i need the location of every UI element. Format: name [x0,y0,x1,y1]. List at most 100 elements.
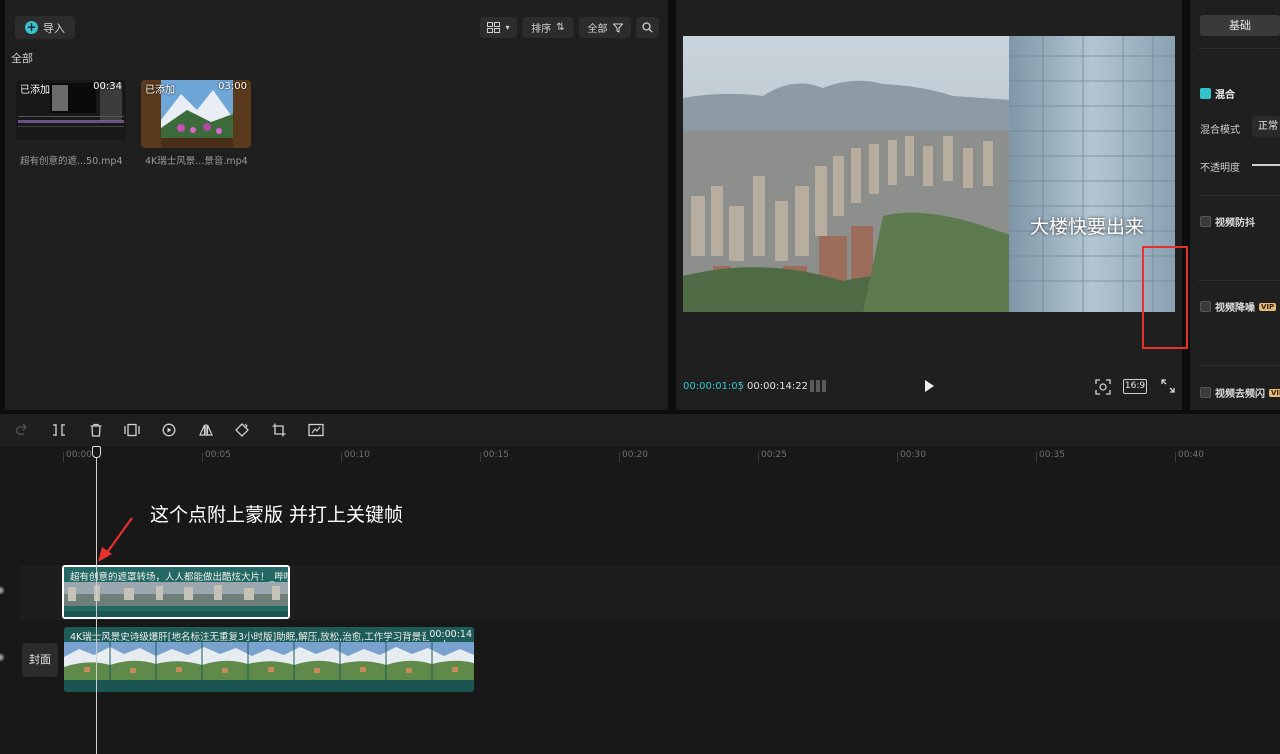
fullscreen-icon [1161,379,1175,393]
redo-icon [15,423,27,435]
filter-icon [612,23,623,33]
total-time: 00:00:14:22 [747,381,809,392]
checkbox-icon [1200,387,1211,398]
search-button[interactable] [636,17,659,38]
opacity-label: 不透明度 [1200,163,1240,174]
stabilize-label: 视频防抖 [1215,218,1255,229]
vip-badge: VIP [1269,388,1280,397]
crop-button[interactable] [271,422,287,438]
crop-icon [272,423,286,437]
stabilize-toggle[interactable]: 视频防抖 [1200,214,1255,229]
ruler-tick [1175,452,1176,462]
ruler-label: 00:00 [66,450,92,460]
ruler-tick [1036,452,1037,462]
rotate-button[interactable] [234,422,250,438]
ruler-label: 00:35 [1039,450,1065,460]
clip-title: 4K瑞士风景史诗级爆肝[地名标注无重复3小时版]助眠,解压,放松,治愈,工作学习… [70,629,455,643]
ruler-tick [619,452,620,462]
video-caption: 大楼快要出来 [1030,216,1145,238]
track-audio-icon[interactable]: ◉ [0,652,5,663]
fullscreen-button[interactable] [1161,379,1175,396]
reverse-icon [162,423,176,437]
divider [1198,195,1280,196]
split-button[interactable] [51,422,67,438]
playhead[interactable] [96,452,97,754]
sort-icon: ⇅ [556,22,565,33]
media-item[interactable]: 已添加 03:00 [141,80,251,148]
duration-label: 03:00 [218,81,247,92]
mirror-icon [199,424,213,436]
duration-label: 00:34 [93,81,122,92]
divider [1198,280,1280,281]
blend-toggle[interactable]: 混合 [1200,86,1235,101]
aspect-ratio-button[interactable]: 16:9 [1123,379,1147,394]
deflicker-toggle[interactable]: 视频去频闪 VIP [1200,385,1280,400]
media-item[interactable]: 已添加 00:34 [16,80,126,148]
checkbox-icon [1200,216,1211,227]
playhead-handle[interactable] [92,446,101,458]
ruler-label: 00:15 [483,450,509,460]
properties-panel [1190,0,1280,410]
added-badge: 已添加 [145,85,175,96]
focus-icon [1095,379,1111,395]
clip-duration: 00:00:14 [426,629,472,640]
sort-label: 排序 [531,24,552,35]
fit-view-button[interactable] [1095,379,1111,398]
timecode-grid-icon[interactable] [810,380,830,395]
freeze-frame-button[interactable] [124,422,140,438]
ruler-label: 00:30 [900,450,926,460]
video-preview[interactable] [683,36,1175,312]
section-all-label: 全部 [11,52,33,65]
chevron-down-icon: ▾ [505,23,510,32]
aspect-label: 16:9 [1124,381,1146,391]
delete-button[interactable] [88,422,104,438]
video-frame-image [683,36,1175,312]
divider [1198,48,1280,49]
view-toggle-button[interactable]: ▾ [480,17,517,38]
checkbox-checked-icon [1200,88,1211,99]
denoise-toggle[interactable]: 视频降噪 VIP [1200,299,1277,314]
clip-name: 4K瑞士风景史诗级爆肝[地名标注无重复3小时版]助眠,解压,放松,治愈,工作学习… [70,632,456,643]
rotate-icon [235,423,249,437]
ruler-tick [202,452,203,462]
search-icon [642,22,653,33]
blend-mode-label: 混合模式 [1200,125,1240,136]
reverse-button[interactable] [161,422,177,438]
blend-label: 混合 [1215,90,1235,101]
import-button[interactable]: + 导入 [15,16,75,39]
clip-title: 超有创意的遮罩转场，人人都能做出酷炫大片！_哔哩 [70,572,290,583]
media-item-name: 超有创意的遮...50.mp4 [20,156,123,167]
added-badge: 已添加 [20,85,50,96]
current-time: 00:00:01:05 [683,381,745,392]
media-item-name: 4K瑞士风景...景音.mp4 [145,156,248,167]
blend-mode-select[interactable]: 正常 [1252,116,1280,137]
denoise-label: 视频降噪 [1215,303,1255,314]
mirror-button[interactable] [198,422,214,438]
smart-crop-icon [308,423,324,437]
cover-button[interactable]: 封面 [22,643,58,677]
video-clip[interactable]: 4K瑞士风景史诗级爆肝[地名标注无重复3小时版]助眠,解压,放松,治愈,工作学习… [64,627,474,692]
smart-crop-button[interactable] [308,422,324,438]
ruler-tick [341,452,342,462]
grid-view-icon [487,22,501,33]
ruler-label: 00:40 [1178,450,1204,460]
filter-label: 全部 [587,24,608,35]
play-button[interactable] [922,379,936,396]
import-label: 导入 [43,21,65,35]
redo-button[interactable] [14,422,30,438]
sort-button[interactable]: 排序 ⇅ [522,17,574,38]
deflicker-label: 视频去频闪 [1215,389,1265,400]
vip-badge: VIP [1259,302,1277,311]
checkbox-icon [1200,301,1211,312]
opacity-slider[interactable] [1252,164,1280,166]
annotation-arrow [96,516,136,567]
play-icon [925,380,934,392]
split-icon [53,424,65,436]
ruler-tick [897,452,898,462]
divider [1198,365,1280,366]
ruler-tick [758,452,759,462]
ruler-label: 00:20 [622,450,648,460]
tab-basic[interactable]: 基础 [1200,15,1280,36]
track-audio-icon[interactable]: ◉ [0,585,5,596]
filter-button[interactable]: 全部 [579,17,631,38]
